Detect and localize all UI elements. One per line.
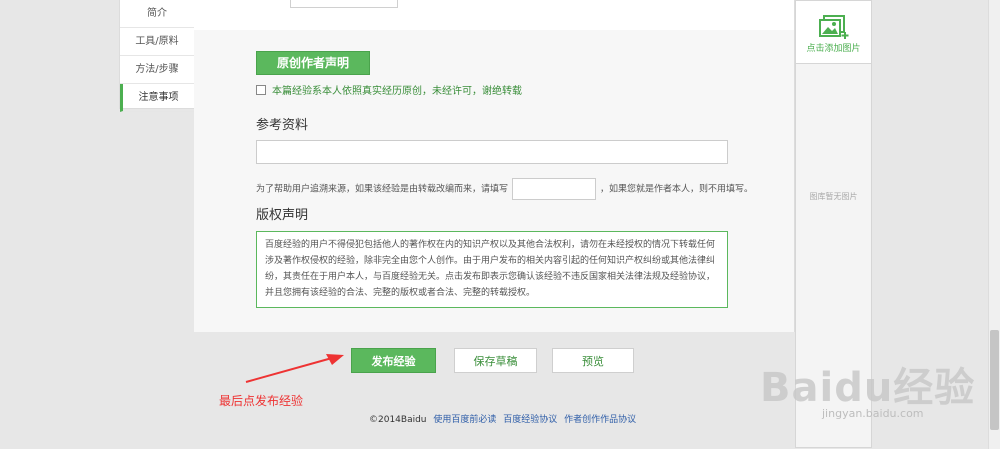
baidu-watermark-url: jingyan.baidu.com [822, 407, 924, 420]
baidu-watermark-logo: Baidu经验 [760, 365, 976, 411]
preview-button[interactable]: 预览 [552, 348, 634, 373]
nav-item-notes[interactable]: 注意事项 [120, 84, 194, 112]
top-input-edge[interactable] [290, 0, 398, 8]
copyright-text: 百度经验的用户不得侵犯包括他人的著作权在内的知识产权以及其他合法权利，请勿在未经… [256, 231, 728, 308]
add-image-label: 点击添加图片 [806, 44, 861, 54]
left-nav: 简介 工具/原料 方法/步骤 注意事项 [119, 0, 195, 112]
footer-link-guide[interactable]: 使用百度前必读 [433, 415, 496, 425]
nav-item-tools[interactable]: 工具/原料 [120, 28, 194, 56]
reference-title: 参考资料 [256, 118, 309, 133]
scrollbar-thumb[interactable] [990, 330, 999, 430]
add-image-icon [819, 15, 849, 39]
copyright-title: 版权声明 [256, 208, 309, 223]
footer: ©2014Baidu 使用百度前必读 百度经验协议 作者创作作品协议 [369, 412, 636, 425]
reference-source-input[interactable] [512, 178, 597, 200]
footer-link-author-agreement[interactable]: 作者创作作品协议 [564, 415, 636, 425]
original-declaration-button[interactable]: 原创作者声明 [256, 51, 370, 75]
footer-copyright: ©2014Baidu [369, 415, 427, 425]
reference-hint-row: 为了帮助用户追溯来源，如果该经验是由转载改编而来，请填写 ，如果您就是作者本人，则… [256, 178, 753, 200]
editor-main: 原创作者声明 本篇经验系本人依照真实经历原创，未经许可，谢绝转载 参考资料 为了… [194, 0, 795, 332]
original-checkbox[interactable] [256, 85, 266, 95]
original-checkbox-label: 本篇经验系本人依照真实经历原创，未经许可，谢绝转载 [272, 86, 522, 97]
publish-button[interactable]: 发布经验 [351, 348, 436, 373]
original-checkbox-row: 本篇经验系本人依照真实经历原创，未经许可，谢绝转载 [256, 82, 522, 97]
scrollbar[interactable] [988, 0, 1000, 449]
annotation-text: 最后点发布经验 [219, 394, 304, 408]
save-draft-button[interactable]: 保存草稿 [454, 348, 537, 373]
gallery-empty-text: 图库暂无图片 [809, 192, 858, 201]
reference-input[interactable] [256, 140, 728, 164]
footer-link-agreement[interactable]: 百度经验协议 [503, 415, 557, 425]
editor-top-area [194, 0, 794, 30]
reference-hint-before: 为了帮助用户追溯来源，如果该经验是由转载改编而来，请填写 [256, 184, 509, 195]
reference-hint-after: ，如果您就是作者本人，则不用填写。 [600, 184, 754, 195]
annotation-arrow-icon [245, 354, 344, 383]
nav-item-steps[interactable]: 方法/步骤 [120, 56, 194, 84]
nav-item-intro[interactable]: 简介 [120, 0, 194, 28]
add-image-button[interactable]: 点击添加图片 [796, 1, 871, 64]
